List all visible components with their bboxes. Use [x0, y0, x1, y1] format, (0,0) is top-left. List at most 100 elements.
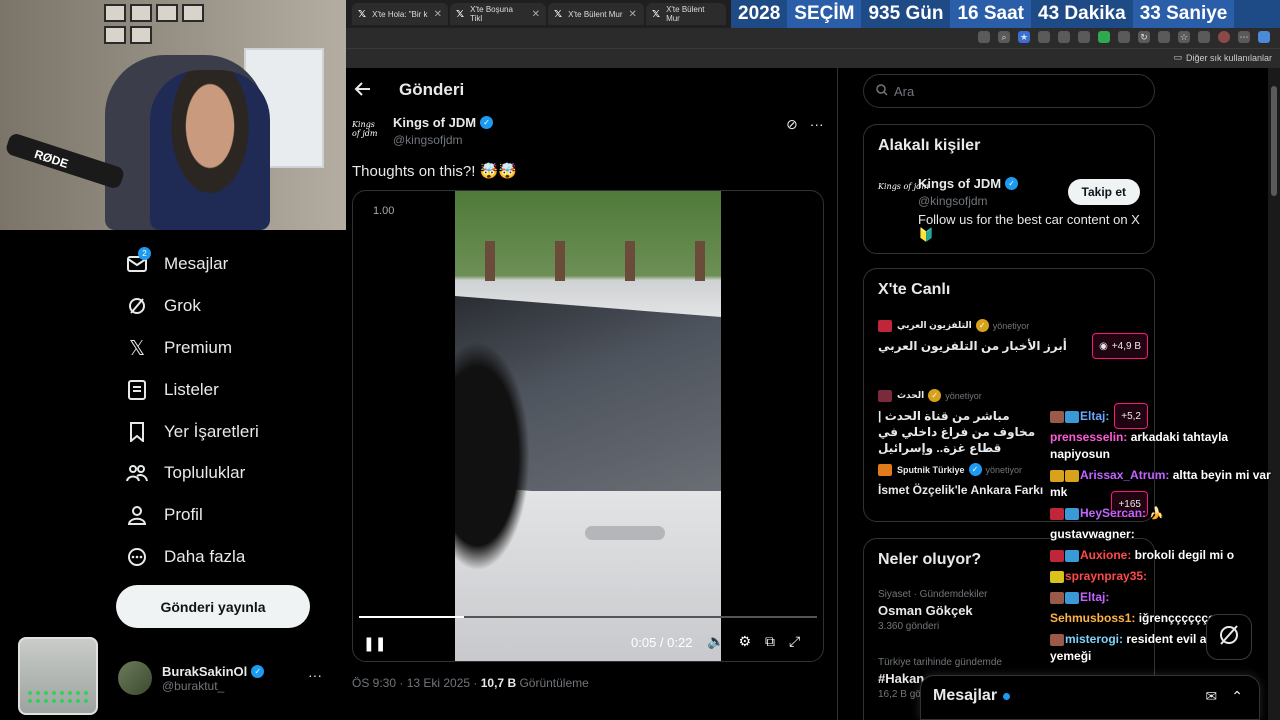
post-timestamp[interactable]: ÖS 9:30 · 13 Eki 2025 · [352, 676, 481, 690]
panel-title: Alakalı kişiler [878, 137, 981, 154]
nav-lists[interactable]: Listeler [126, 375, 219, 405]
account-switcher[interactable]: BurakSakinOl ✓ @buraktut_ ··· [118, 655, 338, 701]
other-bookmarks-label: Diğer sık kullanılanlar [1185, 52, 1272, 63]
browser-tab[interactable]: 𝕏 X'te Boşuna Tikl ✕ [450, 3, 546, 25]
trend-item[interactable]: Siyaset · Gündemdekiler Osman Gökçek 3.3… [878, 589, 988, 632]
countdown-hours: 16 Saat [950, 0, 1031, 28]
close-icon[interactable]: ✕ [629, 9, 637, 20]
close-icon[interactable]: ✕ [434, 9, 442, 20]
grok-icon [126, 295, 148, 317]
more-icon[interactable]: ··· [810, 116, 824, 133]
messages-drawer[interactable]: Mesajlar ✉ ⌃ [920, 675, 1260, 720]
nav-premium[interactable]: 𝕏 Premium [126, 333, 232, 363]
extension-icon[interactable] [1118, 31, 1130, 43]
author-avatar[interactable]: Kings of jdm [352, 120, 384, 138]
browser-tab[interactable]: 𝕏 X'te Bülent Mur [646, 3, 726, 25]
nav-messages[interactable]: 2 Mesajlar [126, 247, 229, 279]
pause-icon[interactable]: ❚❚ [363, 635, 386, 652]
tab-label: X'te Bülent Mur [568, 9, 623, 19]
volume-icon[interactable]: 🔈 [707, 633, 724, 650]
expand-icon[interactable]: ⌃ [1231, 688, 1243, 705]
election-countdown: 2028 SEÇİM 935 Gün 16 Saat 43 Dakika 33 … [731, 0, 1280, 28]
scrollbar-thumb[interactable] [1271, 86, 1277, 196]
nav-label: Premium [164, 338, 233, 357]
live-role: yönetiyor [985, 464, 1023, 475]
relevant-name[interactable]: Kings of JDM ✓ [918, 176, 1019, 191]
close-icon[interactable]: ✕ [532, 9, 540, 20]
post-meta: ÖS 9:30 · 13 Eki 2025 · 10,7 B Görüntüle… [352, 676, 589, 690]
x-logo-icon: 𝕏 [128, 337, 146, 360]
settings-gear-icon[interactable]: ⚙ [738, 633, 751, 650]
grok-button[interactable] [1206, 614, 1252, 660]
copilot-icon[interactable] [1258, 31, 1270, 43]
video-progress-fill [359, 616, 465, 618]
browser-toolbar: ⌕ ★ ↻ ☆ ⋯ [346, 28, 1280, 48]
trend-post-count: 3.360 gönderi [878, 621, 940, 632]
shield-icon[interactable] [1198, 31, 1210, 43]
browser-tab[interactable]: 𝕏 X'te Bülent Mur ✕ [548, 3, 644, 25]
puzzle-icon[interactable] [1158, 31, 1170, 43]
extension-icon[interactable] [1038, 31, 1050, 43]
bookmark-star-icon[interactable]: ★ [1018, 31, 1030, 43]
drawer-title: Mesajlar [933, 687, 998, 704]
browser-tab[interactable]: 𝕏 X'te Hola: "Bir k ✕ [352, 3, 448, 25]
chat-user: HeySercan: [1080, 506, 1147, 520]
nav-label: Grok [164, 296, 201, 315]
translate-icon[interactable] [978, 31, 990, 43]
live-source: التلفزيون العربي [897, 320, 972, 330]
favorites-icon[interactable]: ☆ [1178, 31, 1190, 43]
zoom-icon[interactable]: ⌕ [998, 31, 1010, 43]
search-input[interactable]: Ara [863, 74, 1155, 108]
new-message-icon[interactable]: ✉ [1206, 688, 1218, 705]
more-icon[interactable]: ··· [308, 667, 322, 683]
nav-more[interactable]: Daha fazla [126, 542, 245, 572]
live-title: مباشر من قناة الحدث | مخاوف من فراغ داخل… [878, 409, 1036, 455]
live-item[interactable]: التلفزيون العربي ✓ yönetiyor أبرز الأخبار … [878, 319, 1148, 359]
extension-icon[interactable] [1058, 31, 1070, 43]
envelope-icon: 2 [126, 247, 151, 275]
profile-avatar-icon[interactable] [1218, 31, 1230, 43]
chat-user: Sehmusboss1: [1050, 611, 1136, 625]
view-label: Görüntüleme [516, 676, 589, 690]
chat-message: gustavwagner: [1050, 526, 1280, 543]
extension-icon[interactable] [1078, 31, 1090, 43]
author-name[interactable]: Kings of JDM ✓ [393, 115, 494, 130]
author-handle[interactable]: @kingsofjdm [393, 133, 463, 147]
post-button[interactable]: Gönderi yayınla [116, 585, 310, 628]
video-frame [455, 191, 721, 661]
nav-grok[interactable]: Grok [126, 291, 201, 321]
bookmarks-bar: ▭ Diğer sık kullanılanlar [346, 48, 1280, 68]
streamer [150, 70, 270, 230]
relevant-name-text: Kings of JDM [918, 176, 1002, 191]
grok-icon[interactable]: ⊘ [786, 116, 798, 133]
countdown-minutes: 43 Dakika [1038, 3, 1126, 24]
nav-communities[interactable]: Topluluklar [126, 458, 245, 488]
nav-profile[interactable]: Profil [126, 500, 203, 530]
video-player[interactable]: 1.00 ❚❚ 0:05 / 0:22 🔈 ⚙ ⧉ ⤢ [352, 190, 824, 662]
verified-icon: ✓ [928, 389, 942, 402]
listener-count: ◉ +4,9 B [1092, 333, 1148, 359]
fullscreen-icon[interactable]: ⤢ [789, 633, 800, 650]
communities-icon [126, 462, 148, 484]
panel-title: X'te Canlı [878, 281, 951, 298]
avatar [118, 661, 152, 695]
nav-bookmarks[interactable]: Yer İşaretleri [126, 417, 259, 447]
post-text: Thoughts on this?! 🤯🤯 [352, 163, 517, 180]
tab-label: X'te Bülent Mur [666, 5, 705, 23]
post-actions: ⊘ ··· [786, 116, 824, 133]
follow-button[interactable]: Takip et [1067, 179, 1140, 205]
more-icon[interactable]: ⋯ [1238, 31, 1250, 43]
grok-icon [1217, 623, 1241, 652]
nav-label: Listeler [164, 380, 219, 399]
other-bookmarks[interactable]: ▭ Diğer sık kullanılanlar [1173, 52, 1272, 63]
extension-icon[interactable] [1098, 31, 1110, 43]
author-name-text: Kings of JDM [393, 115, 477, 130]
nav-label: Mesajlar [164, 254, 229, 273]
popout-icon[interactable]: ⧉ [765, 633, 775, 650]
user-handle: @buraktut_ [162, 678, 225, 693]
back-arrow-icon[interactable] [354, 80, 374, 100]
profile-icon [126, 504, 148, 526]
chat-message: prensesselin: arkadaki tahtayla napiyosu… [1050, 429, 1280, 463]
refresh-icon[interactable]: ↻ [1138, 31, 1150, 43]
x-logo-icon: 𝕏 [358, 8, 367, 20]
